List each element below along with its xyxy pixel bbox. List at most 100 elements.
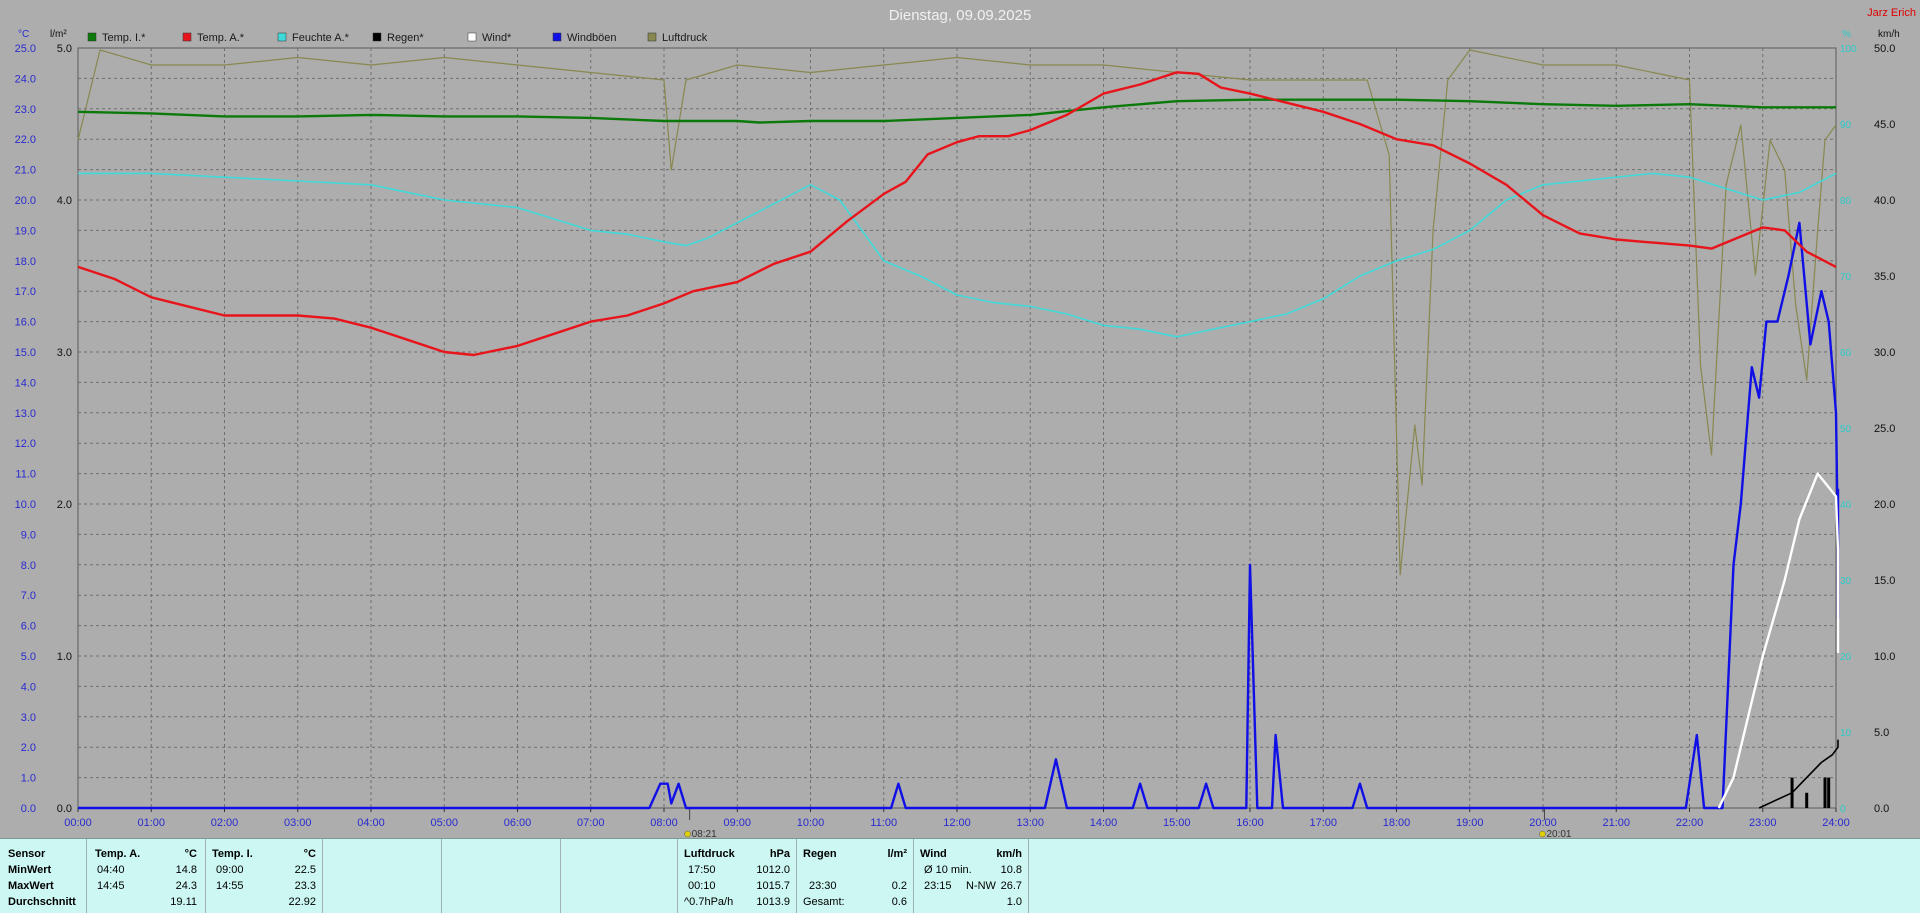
pressure-header: Luftdruck (684, 848, 735, 860)
temp-tick-label: 18.0 (15, 256, 36, 268)
temp-tick-label: 4.0 (21, 681, 36, 693)
temp-tick-label: 13.0 (15, 408, 36, 420)
x-tick-label: 03:00 (284, 817, 312, 829)
temp-a-min-time: 04:40 (97, 864, 125, 876)
temp-tick-label: 17.0 (15, 286, 36, 298)
wind-tick-label: 25.0 (1874, 423, 1895, 435)
humidity-tick-label: 100 (1840, 44, 1857, 55)
rain-total: 0.6 (891, 896, 907, 908)
temp-a-avg: 19.11 (170, 896, 197, 908)
x-tick-label: 06:00 (504, 817, 532, 829)
time-marker-label: 08:21 (692, 829, 717, 838)
rain-tick-label: 5.0 (57, 43, 72, 55)
pressure-avg: 1013.9 (756, 896, 790, 908)
wind-tick-label: 40.0 (1874, 195, 1895, 207)
stats-empty-2 (442, 839, 561, 913)
legend-swatch (552, 32, 562, 42)
row-label-sensor: Sensor (8, 848, 46, 860)
temp-tick-label: 6.0 (21, 621, 36, 633)
temp-i-avg: 22.92 (288, 896, 316, 908)
row-label-min: MinWert (8, 864, 52, 876)
x-tick-label: 21:00 (1602, 817, 1630, 829)
temp-i-min-time: 09:00 (216, 864, 244, 876)
temp-a-max: 24.3 (175, 880, 197, 892)
x-tick-label: 15:00 (1163, 817, 1191, 829)
humidity-tick-label: 0 (1840, 804, 1846, 815)
temp-tick-label: 7.0 (21, 590, 36, 602)
legend-label: Temp. I.* (102, 32, 146, 44)
stats-labels: Sensor MinWert MaxWert Durchschnitt (0, 839, 87, 913)
pressure-max-time: 00:10 (688, 880, 716, 892)
x-tick-label: 04:00 (357, 817, 385, 829)
rain-bar (1827, 777, 1831, 808)
sun-marker-icon (684, 830, 691, 838)
temp-i-header: Temp. I. (212, 848, 253, 860)
wind-tick-label: 15.0 (1874, 575, 1895, 587)
x-tick-label: 17:00 (1309, 817, 1337, 829)
row-label-avg: Durchschnitt (8, 896, 76, 908)
rain-unit: l/m² (887, 848, 907, 860)
x-tick-label: 20:00 (1529, 817, 1557, 829)
rain-max-time: 23:30 (809, 880, 837, 892)
temp-tick-label: 19.0 (15, 225, 36, 237)
humidity-tick-label: 30 (1840, 576, 1852, 587)
row-label-max: MaxWert (8, 880, 54, 892)
temp-tick-label: 23.0 (15, 104, 36, 116)
temp-tick-label: 2.0 (21, 742, 36, 754)
legend-swatch (467, 32, 477, 42)
stats-empty-3 (561, 839, 678, 913)
x-tick-label: 11:00 (870, 817, 897, 829)
wind-tick-label: 45.0 (1874, 119, 1895, 131)
stats-temp-inside: Temp. I. °C 09:00 22.5 14:55 23.3 22.92 (206, 839, 323, 913)
x-tick-label: 08:00 (650, 817, 678, 829)
x-tick-label: 19:00 (1456, 817, 1484, 829)
pressure-unit: hPa (769, 848, 790, 860)
humidity-tick-label: 20 (1840, 652, 1852, 663)
humidity-tick-label: 80 (1840, 196, 1852, 207)
x-tick-label: 16:00 (1236, 817, 1264, 829)
wind-tick-label: 50.0 (1874, 43, 1895, 55)
temp-i-max-time: 14:55 (216, 880, 244, 892)
temp-tick-label: 25.0 (15, 43, 36, 55)
x-tick-label: 05:00 (430, 817, 458, 829)
stats-wind: Wind km/h Ø 10 min. 10.8 23:15 N-NW 26.7… (914, 839, 1029, 913)
x-tick-label: 13:00 (1016, 817, 1044, 829)
wind-header: Wind (920, 848, 947, 860)
temp-tick-label: 20.0 (15, 195, 36, 207)
wind-avg10: 10.8 (1000, 864, 1022, 876)
wind-tick-label: 5.0 (1874, 727, 1889, 739)
pressure-trend: ^0.7hPa/h (684, 896, 734, 908)
temp-tick-label: 14.0 (15, 377, 36, 389)
pressure-max: 1015.7 (756, 880, 790, 892)
wind-avg10-label: Ø 10 min. (924, 864, 972, 876)
weather-chart: Dienstag, 09.09.2025 Jarz Erich Temp. I.* T… (15, 7, 1916, 838)
rain-total-label: Gesamt: (803, 896, 845, 908)
humidity-tick-label: 10 (1840, 728, 1852, 739)
temp-tick-label: 12.0 (15, 438, 36, 450)
wind-avg: 1.0 (1006, 896, 1022, 908)
rain-tick-label: 4.0 (57, 195, 72, 207)
rain-header: Regen (803, 848, 837, 860)
pressure-min: 1012.0 (756, 864, 790, 876)
temp-a-header: Temp. A. (95, 848, 141, 860)
x-tick-label: 24:00 (1822, 817, 1850, 829)
x-tick-label: 18:00 (1383, 817, 1411, 829)
x-tick-label: 00:00 (64, 817, 92, 829)
humidity-tick-label: 70 (1840, 272, 1852, 283)
legend-label: Feuchte A.* (292, 32, 350, 44)
x-tick-label: 12:00 (943, 817, 971, 829)
temp-i-max: 23.3 (294, 880, 316, 892)
temp-tick-label: 5.0 (21, 651, 36, 663)
wind-max-dir: N-NW (966, 880, 996, 892)
rain-bar (1805, 792, 1809, 808)
humidity-tick-label: 90 (1840, 120, 1852, 131)
rain-max: 0.2 (891, 880, 907, 892)
legend-swatch (372, 32, 382, 42)
rain-tick-label: 3.0 (57, 347, 72, 359)
stats-panel: Sensor MinWert MaxWert Durchschnitt Temp… (0, 838, 1920, 913)
temp-tick-label: 22.0 (15, 134, 36, 146)
station-label: Jarz Erich (1867, 7, 1916, 19)
temp-tick-label: 3.0 (21, 712, 36, 724)
x-tick-label: 01:00 (137, 817, 165, 829)
temp-i-min: 22.5 (294, 864, 316, 876)
